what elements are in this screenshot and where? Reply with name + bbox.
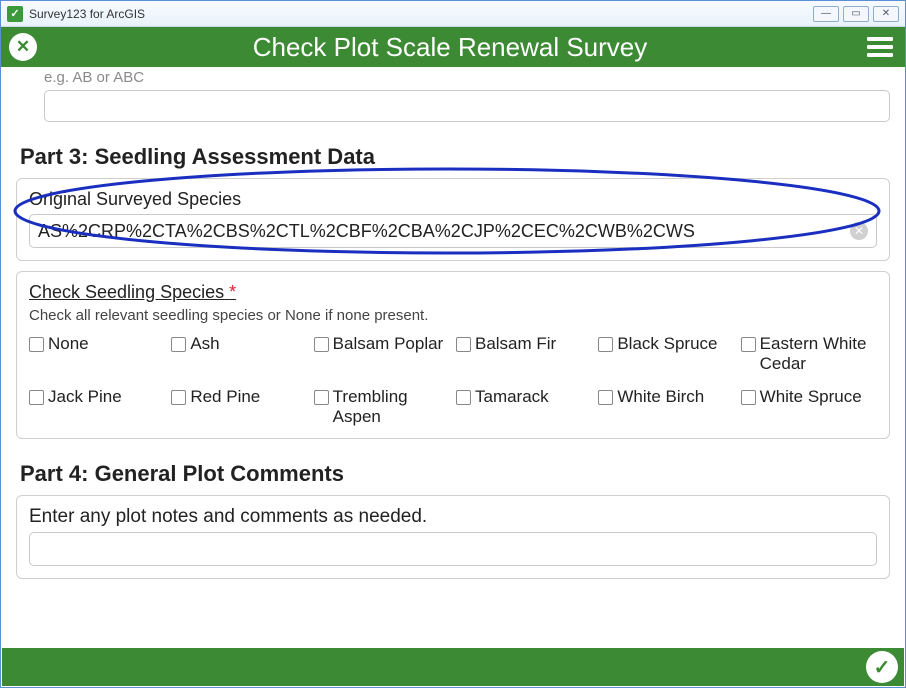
comments-input-wrap	[29, 532, 877, 566]
check-species-label: Check Seedling Species *	[29, 282, 877, 303]
survey-header: ✕ Check Plot Scale Renewal Survey	[1, 27, 905, 67]
checkbox-eastern-white-cedar[interactable]: Eastern White Cedar	[741, 334, 877, 373]
checkbox-tamarack[interactable]: Tamarack	[456, 387, 592, 426]
comments-panel: Enter any plot notes and comments as nee…	[16, 495, 890, 579]
checkbox-balsam-fir[interactable]: Balsam Fir	[456, 334, 592, 373]
original-species-panel: Original Surveyed Species ✕	[16, 178, 890, 261]
checkbox-jack-pine[interactable]: Jack Pine	[29, 387, 165, 426]
check-species-panel: Check Seedling Species * Check all relev…	[16, 271, 890, 439]
window-close-button[interactable]: ✕	[873, 6, 899, 22]
survey-footer: ✓	[2, 648, 904, 686]
checkbox-none[interactable]: None	[29, 334, 165, 373]
comments-label: Enter any plot notes and comments as nee…	[29, 506, 877, 528]
survey-title: Check Plot Scale Renewal Survey	[37, 32, 863, 63]
clear-input-icon[interactable]: ✕	[850, 222, 868, 240]
prev-field-input-wrap	[44, 90, 890, 122]
check-species-hint: Check all relevant seedling species or N…	[29, 307, 877, 324]
original-species-input[interactable]	[38, 221, 850, 242]
part3-heading: Part 3: Seedling Assessment Data	[20, 144, 890, 170]
window-maximize-button[interactable]: ▭	[843, 6, 869, 22]
form-scroll-area[interactable]: e.g. AB or ABC Part 3: Seedling Assessme…	[2, 67, 904, 647]
app-icon: ✓	[7, 6, 23, 22]
comments-input[interactable]	[38, 539, 868, 560]
prev-field-hint: e.g. AB or ABC	[44, 69, 890, 86]
checkbox-white-spruce[interactable]: White Spruce	[741, 387, 877, 426]
checkbox-red-pine[interactable]: Red Pine	[171, 387, 307, 426]
species-checkbox-grid: None Ash Balsam Poplar Balsam Fir Black …	[29, 334, 877, 426]
window-titlebar: ✓ Survey123 for ArcGIS — ▭ ✕	[1, 1, 905, 27]
part4-heading: Part 4: General Plot Comments	[20, 461, 890, 487]
menu-button[interactable]	[863, 33, 897, 61]
checkbox-white-birch[interactable]: White Birch	[598, 387, 734, 426]
checkbox-black-spruce[interactable]: Black Spruce	[598, 334, 734, 373]
checkbox-trembling-aspen[interactable]: Trembling Aspen	[314, 387, 450, 426]
window-minimize-button[interactable]: —	[813, 6, 839, 22]
close-survey-button[interactable]: ✕	[9, 33, 37, 61]
original-species-input-wrap: ✕	[29, 214, 877, 248]
prev-field-input[interactable]	[53, 96, 881, 116]
required-asterisk: *	[229, 282, 236, 302]
checkbox-balsam-poplar[interactable]: Balsam Poplar	[314, 334, 450, 373]
checkbox-ash[interactable]: Ash	[171, 334, 307, 373]
submit-button[interactable]: ✓	[866, 651, 898, 683]
window-title: Survey123 for ArcGIS	[29, 7, 145, 21]
original-species-label: Original Surveyed Species	[29, 189, 877, 210]
